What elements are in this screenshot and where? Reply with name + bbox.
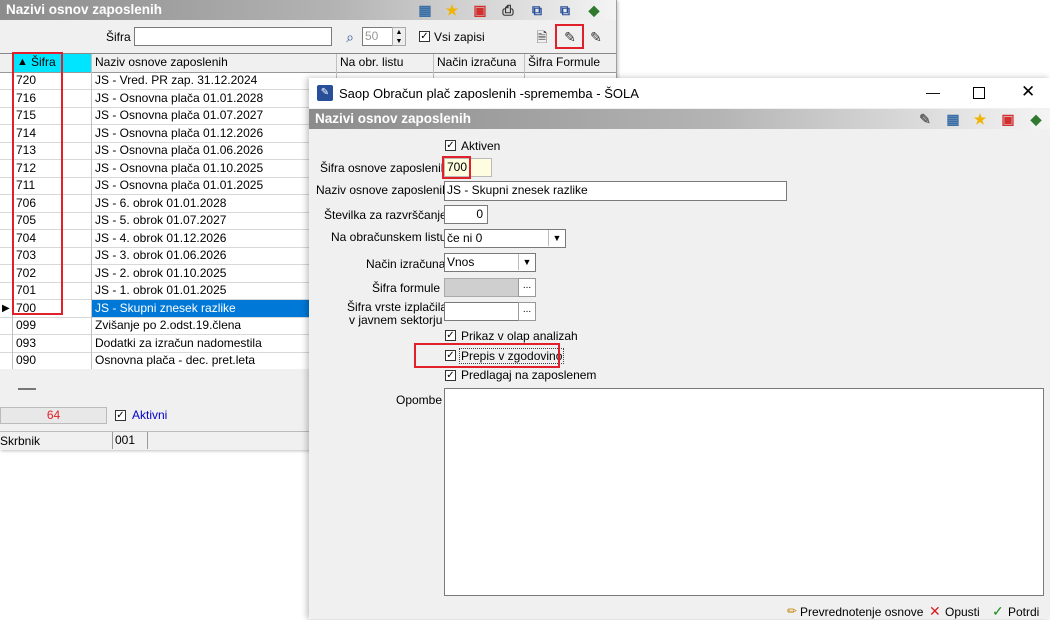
owner-label: Skrbnik — [0, 434, 41, 448]
exit-icon[interactable]: ◆ — [585, 1, 603, 19]
edit-icon[interactable]: ✎ — [916, 110, 934, 128]
active-filter-checkbox[interactable]: ✓ — [115, 410, 126, 421]
print-icon[interactable]: ⎙ — [499, 1, 517, 19]
record-count-display: 64 — [0, 407, 107, 424]
edit-dialog: ✎ Saop Obračun plač zaposlenih -sprememb… — [309, 78, 1050, 619]
row-name: JS - Osnovna plača 01.07.2027 — [95, 108, 264, 122]
scroll-thumb[interactable] — [18, 388, 36, 390]
back-window-titlebar: Nazivi osnov zaposlenih ▦ ★ ▣ ⎙ ⧉ ⧉ ◆ — [0, 0, 616, 20]
maximize-icon[interactable] — [973, 87, 985, 99]
payslip-dropdown-icon[interactable]: ▼ — [548, 230, 565, 246]
search-label: Šifra — [106, 30, 131, 44]
formula-label: Šifra formule — [372, 281, 441, 295]
confirm-check-icon: ✓ — [992, 603, 1004, 619]
method-label: Način izračuna — [366, 257, 446, 271]
dialog-subtitle: Nazivi osnov zaposlenih — [315, 111, 472, 126]
row-name: JS - Osnovna plača 01.06.2026 — [95, 143, 264, 157]
exit-icon[interactable]: ◆ — [1027, 110, 1045, 128]
formula-lookup-button[interactable]: ... — [518, 278, 536, 297]
olap-label: Prikaz v olap analizah — [461, 329, 578, 343]
olap-checkbox[interactable]: ✓ — [445, 330, 456, 341]
delete-doc-icon[interactable]: ▣ — [999, 110, 1017, 128]
code-column-highlight-frame — [12, 52, 63, 315]
paste-icon[interactable]: ⧉ — [556, 1, 574, 19]
dialog-window-title: Saop Obračun plač zaposlenih -sprememba … — [339, 86, 639, 101]
row-code: 093 — [16, 335, 37, 350]
owner-value: 001 — [112, 432, 148, 449]
row-name: JS - Skupni znesek razlike — [95, 300, 236, 315]
new-record-icon[interactable]: 🗎 — [533, 28, 551, 46]
name-input[interactable]: JS - Skupni znesek razlike — [444, 181, 787, 201]
method-dropdown-icon[interactable]: ▼ — [518, 254, 535, 270]
star-icon[interactable]: ★ — [443, 1, 461, 19]
active-label: Aktiven — [461, 139, 501, 153]
row-name: JS - Vred. PR zap. 31.12.2024 — [95, 73, 258, 87]
row-name: JS - Osnovna plača 01.10.2025 — [95, 160, 264, 175]
code-highlight-frame — [442, 156, 471, 179]
row-name: JS - 6. obrok 01.01.2028 — [95, 195, 227, 210]
star-icon[interactable]: ★ — [971, 110, 989, 128]
dialog-subtitle-bar: Nazivi osnov zaposlenih ✎ ▦ ★ ▣ ◆ — [309, 109, 1050, 129]
back-window-title: Nazivi osnov zaposlenih — [6, 2, 163, 17]
formula-input[interactable] — [444, 278, 519, 297]
cancel-button-label: Opusti — [945, 605, 980, 619]
app-icon: ✎ — [317, 85, 333, 101]
close-icon[interactable]: ✕ — [1021, 82, 1035, 102]
edit-alt-icon[interactable]: ✎ — [587, 28, 605, 46]
payslip-value: če ni 0 — [447, 231, 483, 245]
method-value: Vnos — [447, 255, 475, 269]
search-input[interactable] — [134, 27, 332, 46]
dialog-window-titlebar: ✎ Saop Obračun plač zaposlenih -sprememb… — [309, 78, 1050, 108]
confirm-button-label: Potrdi — [1008, 605, 1040, 619]
suggest-checkbox[interactable]: ✓ — [445, 370, 456, 381]
name-label: Naziv osnove zaposlenih — [316, 183, 449, 197]
pencil-icon: ✏ — [787, 604, 798, 618]
row-code: 090 — [16, 353, 37, 367]
record-count-spinner[interactable]: ▲ ▼ — [392, 27, 406, 46]
active-checkbox[interactable]: ✓ — [445, 140, 456, 151]
sort-label: Številka za razvrščanje — [324, 208, 447, 222]
col-header-name[interactable]: Naziv osnove zaposlenih — [95, 54, 228, 71]
notes-textarea[interactable] — [444, 388, 1044, 596]
table-icon[interactable]: ▦ — [416, 1, 434, 19]
edit-highlight-frame — [555, 24, 584, 49]
sort-input[interactable]: 0 — [444, 205, 488, 224]
row-name: JS - 4. obrok 01.12.2026 — [95, 230, 227, 245]
row-name: JS - 2. obrok 01.10.2025 — [95, 265, 227, 280]
copy-icon[interactable]: ⧉ — [528, 1, 546, 19]
row-name: JS - Osnovna plača 01.01.2025 — [95, 178, 264, 192]
suggest-label: Predlagaj na zaposlenem — [461, 368, 597, 382]
row-code: 099 — [16, 318, 37, 332]
col-header-method[interactable]: Način izračuna — [437, 54, 516, 71]
notes-label: Opombe — [396, 393, 443, 407]
revalue-button-label: Prevrednotenje osnove — [800, 605, 924, 619]
row-name: JS - 5. obrok 01.07.2027 — [95, 213, 227, 227]
binoculars-icon[interactable]: ⌕ — [341, 28, 359, 46]
row-name: JS - Osnovna plača 01.01.2028 — [95, 90, 264, 105]
row-name: JS - Osnovna plača 01.12.2026 — [95, 125, 264, 140]
col-header-payslip[interactable]: Na obr. listu — [340, 54, 403, 71]
col-header-formula[interactable]: Šifra Formule — [528, 54, 600, 71]
payment-type-input[interactable] — [444, 302, 519, 321]
all-records-checkbox[interactable]: ✓ — [419, 31, 430, 42]
payment-type-lookup-button[interactable]: ... — [518, 302, 536, 321]
payslip-label: Na obračunskem listu — [331, 230, 447, 244]
code-label: Šifra osnove zaposlenih — [320, 161, 448, 175]
minimize-icon[interactable]: — — [926, 84, 940, 100]
payment-type-label-line1: Šifra vrste izplačila — [347, 300, 448, 314]
row-name: JS - 3. obrok 01.06.2026 — [95, 248, 227, 262]
row-name: Zvišanje po 2.odst.19.člena — [95, 318, 242, 332]
row-name: Dodatki za izračun nadomestila — [95, 335, 262, 350]
table-icon[interactable]: ▦ — [944, 110, 962, 128]
row-indicator-icon: ▶ — [2, 302, 10, 314]
payment-type-label-line2: v javnem sektorju — [349, 313, 443, 327]
active-filter-label: Aktivni — [132, 408, 168, 422]
row-name: Osnovna plača - dec. pret.leta — [95, 353, 256, 367]
history-highlight-frame — [414, 343, 560, 368]
cancel-x-icon: ✕ — [929, 603, 941, 619]
row-name: JS - 1. obrok 01.01.2025 — [95, 283, 227, 297]
delete-doc-icon[interactable]: ▣ — [471, 1, 489, 19]
all-records-label: Vsi zapisi — [434, 30, 485, 44]
